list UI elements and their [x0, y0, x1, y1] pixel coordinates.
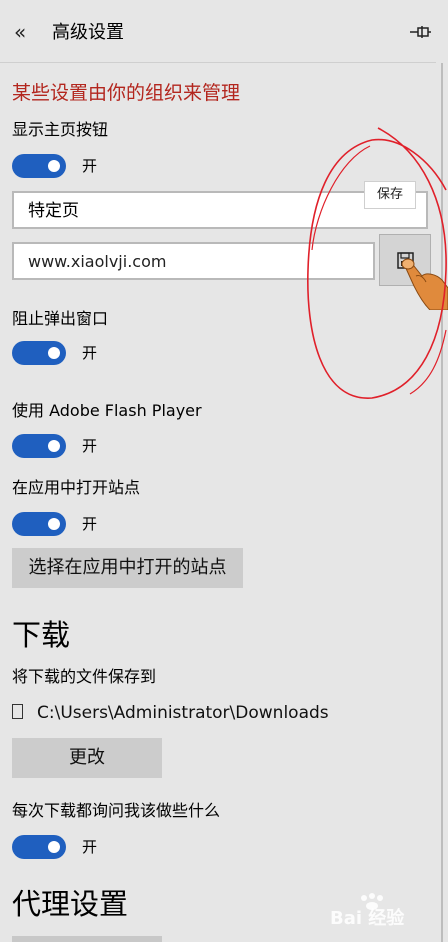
managed-notice: 某些设置由你的组织来管理 — [12, 82, 241, 104]
svg-text:Bai 经验: Bai 经验 — [330, 907, 405, 929]
home-page-select-value: 特定页 — [28, 201, 79, 221]
folder-icon — [12, 704, 23, 719]
page-title: 高级设置 — [52, 22, 124, 43]
toggle-knob — [48, 347, 60, 359]
popups-toggle-state: 开 — [82, 344, 98, 362]
open-in-app-toggle[interactable] — [12, 512, 66, 536]
flash-toggle-state: 开 — [82, 437, 98, 455]
popups-toggle[interactable] — [12, 341, 66, 365]
toggle-knob — [48, 518, 60, 530]
pin-icon[interactable] — [406, 20, 434, 44]
choose-apps-button[interactable]: 选择在应用中打开的站点 — [12, 548, 243, 588]
flash-toggle[interactable] — [12, 434, 66, 458]
save-tooltip: 保存 — [364, 181, 416, 209]
ask-download-label: 每次下载都询问我该做些什么 — [12, 801, 221, 820]
popups-label: 阻止弹出窗口 — [12, 309, 109, 328]
scrollbar[interactable] — [441, 63, 443, 942]
open-in-app-label: 在应用中打开站点 — [12, 478, 141, 497]
proxy-button[interactable] — [12, 936, 162, 942]
hand-cursor-icon — [401, 258, 448, 310]
download-path: C:\Users\Administrator\Downloads — [12, 701, 329, 725]
ask-download-toggle-state: 开 — [82, 838, 98, 856]
flash-label: 使用 Adobe Flash Player — [12, 401, 202, 420]
downloads-section-title: 下载 — [12, 618, 71, 652]
toggle-knob — [48, 841, 60, 853]
ask-download-toggle[interactable] — [12, 835, 66, 859]
home-button-toggle[interactable] — [12, 154, 66, 178]
save-to-label: 将下载的文件保存到 — [12, 667, 157, 686]
change-button[interactable]: 更改 — [12, 738, 162, 778]
download-path-value: C:\Users\Administrator\Downloads — [37, 703, 329, 723]
back-icon[interactable]: « — [14, 20, 26, 44]
toggle-knob — [48, 160, 60, 172]
baidu-paw-icon: Bai 经验 — [330, 893, 405, 929]
home-button-label: 显示主页按钮 — [12, 120, 109, 139]
proxy-section-title: 代理设置 — [12, 887, 129, 921]
home-button-toggle-state: 开 — [82, 157, 98, 175]
home-url-value: www.xiaolvji.com — [28, 252, 167, 271]
open-in-app-toggle-state: 开 — [82, 515, 98, 533]
baidu-watermark: Bai 经验 — [330, 890, 440, 930]
home-url-input[interactable]: www.xiaolvji.com — [12, 242, 375, 280]
toggle-knob — [48, 440, 60, 452]
header-divider — [0, 62, 436, 63]
